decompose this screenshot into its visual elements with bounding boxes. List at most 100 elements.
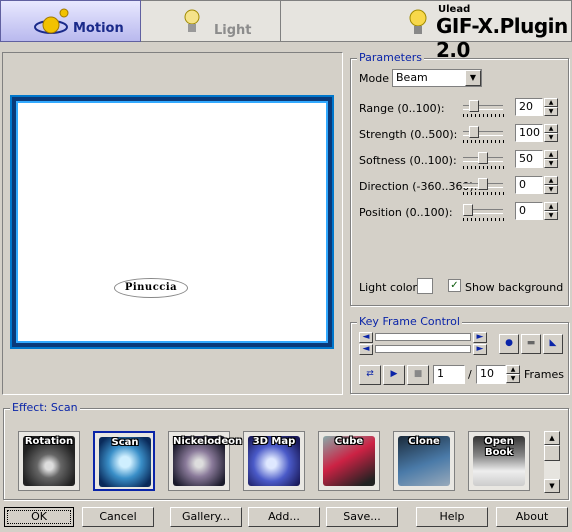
add-keyframe-button[interactable]: ● bbox=[499, 334, 519, 354]
softness-slider[interactable] bbox=[463, 152, 503, 164]
forward-icon[interactable]: ► bbox=[473, 344, 487, 355]
effect-label: Cube bbox=[334, 436, 364, 447]
position-ticks bbox=[463, 218, 507, 221]
frames-spinner[interactable]: ▲ ▼ bbox=[506, 365, 520, 384]
show-background-label: Show background bbox=[465, 281, 564, 294]
gallery-button[interactable]: Gallery... bbox=[170, 507, 242, 527]
preview-canvas bbox=[16, 101, 328, 343]
keyframe-title: Key Frame Control bbox=[357, 315, 462, 328]
about-button[interactable]: About bbox=[496, 507, 568, 527]
parameters-title: Parameters bbox=[357, 51, 424, 64]
effect-label: Rotation bbox=[24, 436, 74, 447]
effect-label: Nickelodeon bbox=[173, 436, 243, 447]
mode-select[interactable]: Beam ▼ bbox=[392, 69, 482, 87]
range-label: Range (0..100): bbox=[359, 102, 445, 115]
show-background-checkbox[interactable]: ✓ bbox=[448, 279, 461, 292]
strength-input[interactable]: 100 bbox=[515, 124, 543, 142]
first-frame-icon[interactable]: ◄ bbox=[359, 332, 373, 343]
delete-keyframe-button[interactable]: ▬ bbox=[521, 334, 541, 354]
scroll-down-icon[interactable]: ▼ bbox=[544, 479, 560, 493]
effect-label: Open Book bbox=[484, 436, 514, 458]
position-spinner[interactable]: ▲ ▼ bbox=[544, 202, 558, 220]
effect-scan[interactable]: Scan bbox=[93, 431, 155, 491]
tab-bar: Motion Light Ulead GIF-X.Plugin 2.0 bbox=[0, 0, 572, 62]
up-arrow-icon[interactable]: ▲ bbox=[544, 150, 558, 159]
chevron-down-icon[interactable]: ▼ bbox=[465, 70, 481, 86]
brand-bulb-icon bbox=[409, 9, 427, 34]
brand-header: Ulead GIF-X.Plugin 2.0 bbox=[281, 0, 572, 62]
preview-canvas-frame bbox=[10, 95, 334, 349]
range-input[interactable]: 20 bbox=[515, 98, 543, 116]
save-button[interactable]: Save... bbox=[326, 507, 398, 527]
last-frame-icon[interactable]: ► bbox=[473, 332, 487, 343]
parameters-group: Parameters Mode Beam ▼ Range (0..100): 2… bbox=[350, 51, 569, 306]
range-slider[interactable] bbox=[463, 100, 503, 112]
softness-input[interactable]: 50 bbox=[515, 150, 543, 168]
up-arrow-icon[interactable]: ▲ bbox=[544, 124, 558, 133]
range-ticks bbox=[463, 114, 507, 117]
light-color-swatch[interactable] bbox=[417, 278, 433, 294]
rewind-icon[interactable]: ◄ bbox=[359, 344, 373, 355]
down-arrow-icon[interactable]: ▼ bbox=[506, 374, 520, 383]
effects-scrollbar[interactable]: ▲ ▼ bbox=[544, 431, 560, 493]
position-label: Position (0..100): bbox=[359, 206, 453, 219]
range-slider-thumb[interactable] bbox=[469, 100, 479, 112]
add-button[interactable]: Add... bbox=[248, 507, 320, 527]
effect-label: Scan bbox=[111, 437, 139, 448]
range-spinner[interactable]: ▲ ▼ bbox=[544, 98, 558, 116]
direction-input[interactable]: 0 bbox=[515, 176, 543, 194]
up-arrow-icon[interactable]: ▲ bbox=[544, 176, 558, 185]
tab-motion-label: Motion bbox=[73, 21, 124, 36]
up-arrow-icon[interactable]: ▲ bbox=[544, 202, 558, 211]
softness-slider-thumb[interactable] bbox=[478, 152, 488, 164]
tab-light[interactable]: Light bbox=[141, 0, 281, 42]
position-input[interactable]: 0 bbox=[515, 202, 543, 220]
down-arrow-icon[interactable]: ▼ bbox=[544, 211, 558, 220]
scroll-thumb[interactable] bbox=[544, 445, 560, 461]
help-button[interactable]: Help bbox=[416, 507, 488, 527]
frames-label: Frames bbox=[524, 368, 565, 381]
effects-group: Effect: Scan Rotation Scan Nickelodeon 3… bbox=[3, 401, 569, 500]
loop-icon[interactable]: ⇄ bbox=[359, 365, 381, 385]
frame-separator: / bbox=[468, 368, 472, 381]
reverse-keyframe-button[interactable]: ◣ bbox=[543, 334, 563, 354]
effect-rotation[interactable]: Rotation bbox=[18, 431, 80, 491]
softness-spinner[interactable]: ▲ ▼ bbox=[544, 150, 558, 168]
effect-nickelodeon[interactable]: Nickelodeon bbox=[168, 431, 243, 491]
position-slider-thumb[interactable] bbox=[463, 204, 473, 216]
tab-motion[interactable]: Motion bbox=[0, 0, 141, 42]
direction-slider-thumb[interactable] bbox=[478, 178, 488, 190]
effect-3d-map[interactable]: 3D Map bbox=[243, 431, 305, 491]
cancel-button[interactable]: Cancel bbox=[82, 507, 154, 527]
keyframe-track-top[interactable] bbox=[375, 333, 471, 341]
current-frame-input[interactable]: 1 bbox=[433, 365, 465, 384]
strength-slider[interactable] bbox=[463, 126, 503, 138]
mode-label: Mode bbox=[359, 72, 389, 85]
down-arrow-icon[interactable]: ▼ bbox=[544, 107, 558, 116]
softness-label: Softness (0..100): bbox=[359, 154, 457, 167]
position-slider[interactable] bbox=[463, 204, 503, 216]
direction-slider[interactable] bbox=[463, 178, 503, 190]
play-icon[interactable]: ▶ bbox=[383, 365, 405, 385]
up-arrow-icon[interactable]: ▲ bbox=[506, 365, 520, 374]
direction-spinner[interactable]: ▲ ▼ bbox=[544, 176, 558, 194]
scroll-up-icon[interactable]: ▲ bbox=[544, 431, 560, 445]
total-frames-input[interactable]: 10 bbox=[476, 365, 506, 384]
down-arrow-icon[interactable]: ▼ bbox=[544, 133, 558, 142]
tab-light-label: Light bbox=[214, 23, 252, 38]
effect-cube[interactable]: Cube bbox=[318, 431, 380, 491]
softness-ticks bbox=[463, 166, 507, 169]
motion-planet-icon bbox=[34, 8, 69, 34]
direction-ticks bbox=[463, 192, 507, 195]
ok-button[interactable]: OK bbox=[4, 507, 74, 527]
stop-icon[interactable]: ■ bbox=[407, 365, 429, 385]
keyframe-track-bottom[interactable] bbox=[375, 345, 471, 353]
up-arrow-icon[interactable]: ▲ bbox=[544, 98, 558, 107]
down-arrow-icon[interactable]: ▼ bbox=[544, 185, 558, 194]
strength-slider-thumb[interactable] bbox=[469, 126, 479, 138]
strength-spinner[interactable]: ▲ ▼ bbox=[544, 124, 558, 142]
effect-open-book[interactable]: Open Book bbox=[468, 431, 530, 491]
down-arrow-icon[interactable]: ▼ bbox=[544, 159, 558, 168]
effect-clone[interactable]: Clone bbox=[393, 431, 455, 491]
strength-label: Strength (0..500): bbox=[359, 128, 458, 141]
